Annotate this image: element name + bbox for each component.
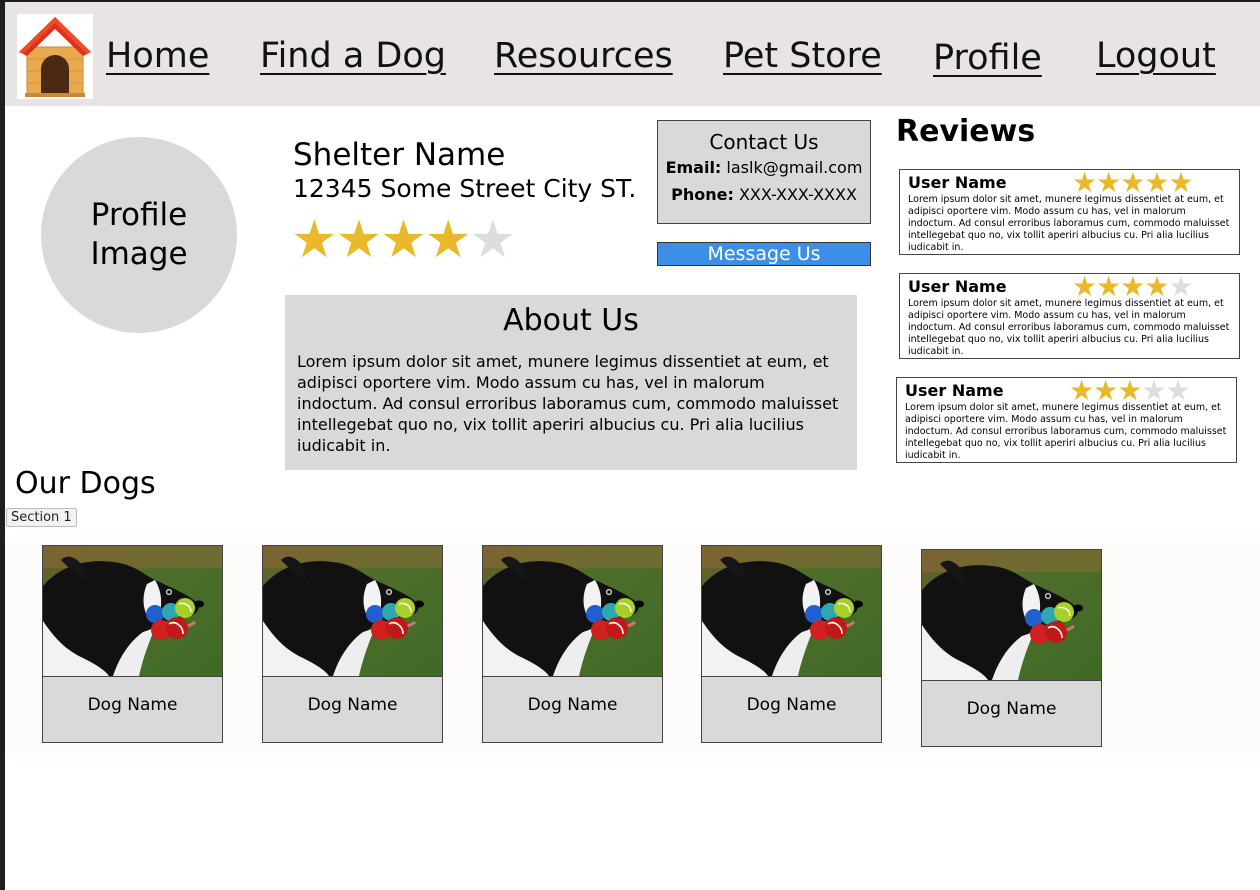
star-filled-icon: ★ (335, 210, 383, 270)
review-user-name: User Name (908, 277, 1007, 296)
star-empty-icon: ★ (1168, 270, 1193, 303)
dog-photo (263, 546, 442, 677)
star-empty-icon: ★ (1141, 374, 1166, 407)
review-rating: ★ ★ ★ ★ ★ (1072, 166, 1194, 199)
review-text: Lorem ipsum dolor sit amet, munere legim… (908, 298, 1230, 357)
star-filled-icon: ★ (424, 210, 472, 270)
star-filled-icon: ★ (380, 210, 427, 270)
dog-card[interactable]: Dog Name (42, 545, 223, 743)
review-text: Lorem ipsum dolor sit amet, munere legim… (908, 194, 1230, 253)
star-filled-icon: ★ (1096, 166, 1121, 199)
review-user-name: User Name (905, 381, 1004, 400)
review-rating: ★ ★ ★ ★ ★ (1069, 374, 1191, 407)
dog-name: Dog Name (483, 677, 662, 742)
star-empty-icon: ★ (469, 210, 517, 270)
star-filled-icon: ★ (1144, 270, 1169, 303)
star-filled-icon: ★ (1144, 166, 1169, 199)
dog-card[interactable]: Dog Name (921, 549, 1102, 747)
section-label[interactable]: Section 1 (6, 508, 77, 527)
dog-card[interactable]: Dog Name (701, 545, 882, 743)
profile-image-placeholder: Profile Image (41, 137, 237, 333)
shelter-rating: ★ ★ ★ ★ ★ (291, 210, 517, 270)
dog-photo (43, 546, 222, 677)
star-filled-icon: ★ (1093, 374, 1118, 407)
dog-house-icon[interactable] (17, 14, 93, 99)
dog-name: Dog Name (922, 681, 1101, 746)
nav-link-resources[interactable]: Resources (494, 36, 673, 76)
star-filled-icon: ★ (291, 210, 338, 270)
contact-phone-line: Phone: XXX-XXX-XXXX (658, 185, 870, 204)
phone-value: XXX-XXX-XXXX (738, 185, 857, 204)
phone-label: Phone: (671, 185, 734, 204)
contact-email-line: Email: laslk@gmail.com (658, 158, 870, 177)
review-text: Lorem ipsum dolor sit amet, munere legim… (905, 402, 1227, 461)
review-user-name: User Name (908, 173, 1007, 192)
dog-card[interactable]: Dog Name (262, 545, 443, 743)
dog-photo (922, 550, 1101, 681)
contact-panel: Contact Us Email: laslk@gmail.com Phone:… (657, 120, 871, 224)
dog-name: Dog Name (263, 677, 442, 742)
about-us-title: About Us (503, 303, 639, 338)
top-nav-bar: Home Find a Dog Resources Pet Store Prof… (5, 2, 1260, 106)
dog-card[interactable]: Dog Name (482, 545, 663, 743)
email-value[interactable]: laslk@gmail.com (726, 158, 862, 177)
review-rating: ★ ★ ★ ★ ★ (1072, 270, 1194, 303)
shelter-address: 12345 Some Street City ST. (293, 174, 637, 203)
star-filled-icon: ★ (1069, 374, 1094, 407)
star-empty-icon: ★ (1165, 374, 1190, 407)
star-filled-icon: ★ (1117, 374, 1142, 407)
dog-photo (702, 546, 881, 677)
star-filled-icon: ★ (1072, 270, 1097, 303)
dog-name: Dog Name (702, 677, 881, 742)
nav-link-find-a-dog[interactable]: Find a Dog (260, 36, 446, 76)
about-us-panel: About Us Lorem ipsum dolor sit amet, mun… (285, 295, 857, 470)
review-card: User Name ★ ★ ★ ★ ★ Lorem ipsum dolor sit am… (899, 169, 1240, 255)
star-filled-icon: ★ (1096, 270, 1121, 303)
contact-title: Contact Us (709, 130, 819, 154)
about-us-text: Lorem ipsum dolor sit amet, munere legim… (297, 352, 839, 455)
star-filled-icon: ★ (1168, 166, 1193, 199)
message-us-button[interactable]: Message Us (657, 242, 871, 266)
email-label: Email: (665, 158, 722, 177)
star-filled-icon: ★ (1120, 166, 1145, 199)
review-card: User Name ★ ★ ★ ★ ★ Lorem ipsum dolor sit am… (899, 273, 1240, 359)
reviews-title: Reviews (896, 114, 1036, 149)
dog-name: Dog Name (43, 677, 222, 742)
dog-photo (483, 546, 662, 677)
profile-image-label: Profile Image (90, 197, 188, 272)
review-card: User Name ★ ★ ★ ★ ★ Lorem ipsum dolor sit am… (896, 377, 1237, 463)
nav-link-home[interactable]: Home (106, 36, 209, 76)
nav-link-profile[interactable]: Profile (933, 38, 1042, 78)
star-filled-icon: ★ (1120, 270, 1145, 303)
our-dogs-title: Our Dogs (15, 466, 156, 501)
nav-link-pet-store[interactable]: Pet Store (723, 36, 882, 76)
nav-link-logout[interactable]: Logout (1096, 36, 1216, 76)
shelter-name: Shelter Name (293, 137, 506, 173)
dogs-gallery: Dog Name Dog Name Dog Name Dog Name Dog … (5, 538, 1260, 758)
star-filled-icon: ★ (1072, 166, 1097, 199)
